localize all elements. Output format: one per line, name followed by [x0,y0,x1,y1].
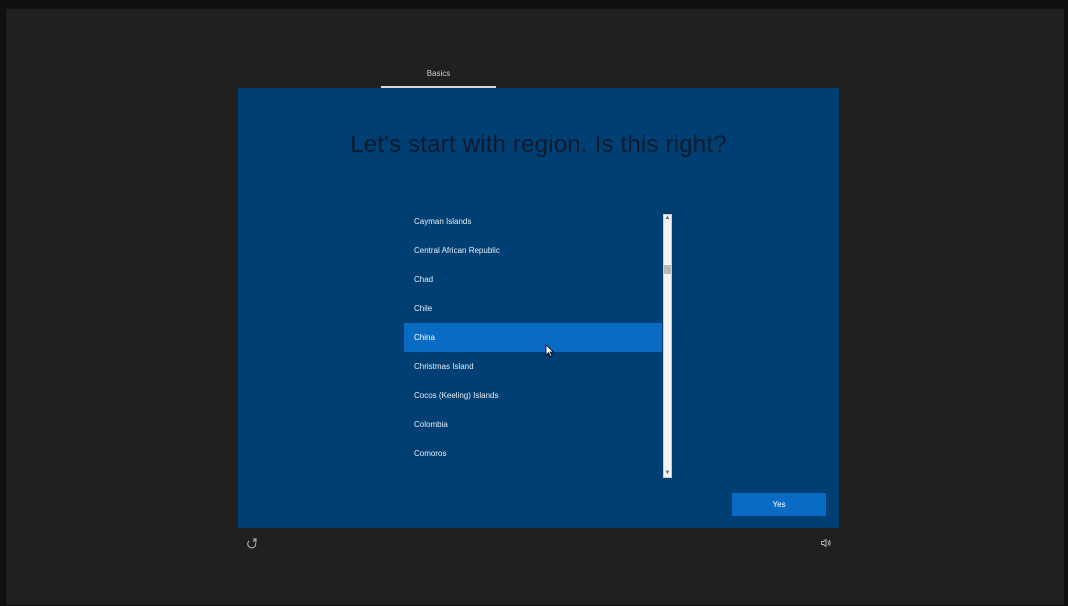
list-item[interactable]: Cayman Islands [404,207,662,236]
tab-basics: Basics [426,69,451,78]
volume-icon[interactable] [820,537,832,549]
accessibility-icon[interactable] [246,537,258,549]
list-item[interactable]: Christmas Island [404,352,662,381]
yes-button[interactable]: Yes [732,493,826,516]
list-item[interactable]: Chile [404,294,662,323]
scroll-down-icon[interactable]: ▼ [664,470,671,477]
mouse-cursor-icon [545,344,555,358]
setup-panel: Let's start with region. Is this right? … [238,88,839,528]
page-title: Let's start with region. Is this right? [350,131,727,158]
scroll-thumb[interactable] [664,265,671,274]
list-item-selected[interactable]: China [404,323,662,352]
list-item[interactable]: Cocos (Keeling) Islands [404,381,662,410]
list-item[interactable]: Colombia [404,410,662,439]
list-scrollbar[interactable]: ▲ ▼ [663,214,672,478]
list-item[interactable]: Chad [404,265,662,294]
list-item[interactable]: Central African Republic [404,236,662,265]
list-item[interactable]: Comoros [404,439,662,468]
scroll-up-icon[interactable]: ▲ [664,215,671,222]
region-list[interactable]: Cayman Islands Central African Republic … [404,207,662,467]
